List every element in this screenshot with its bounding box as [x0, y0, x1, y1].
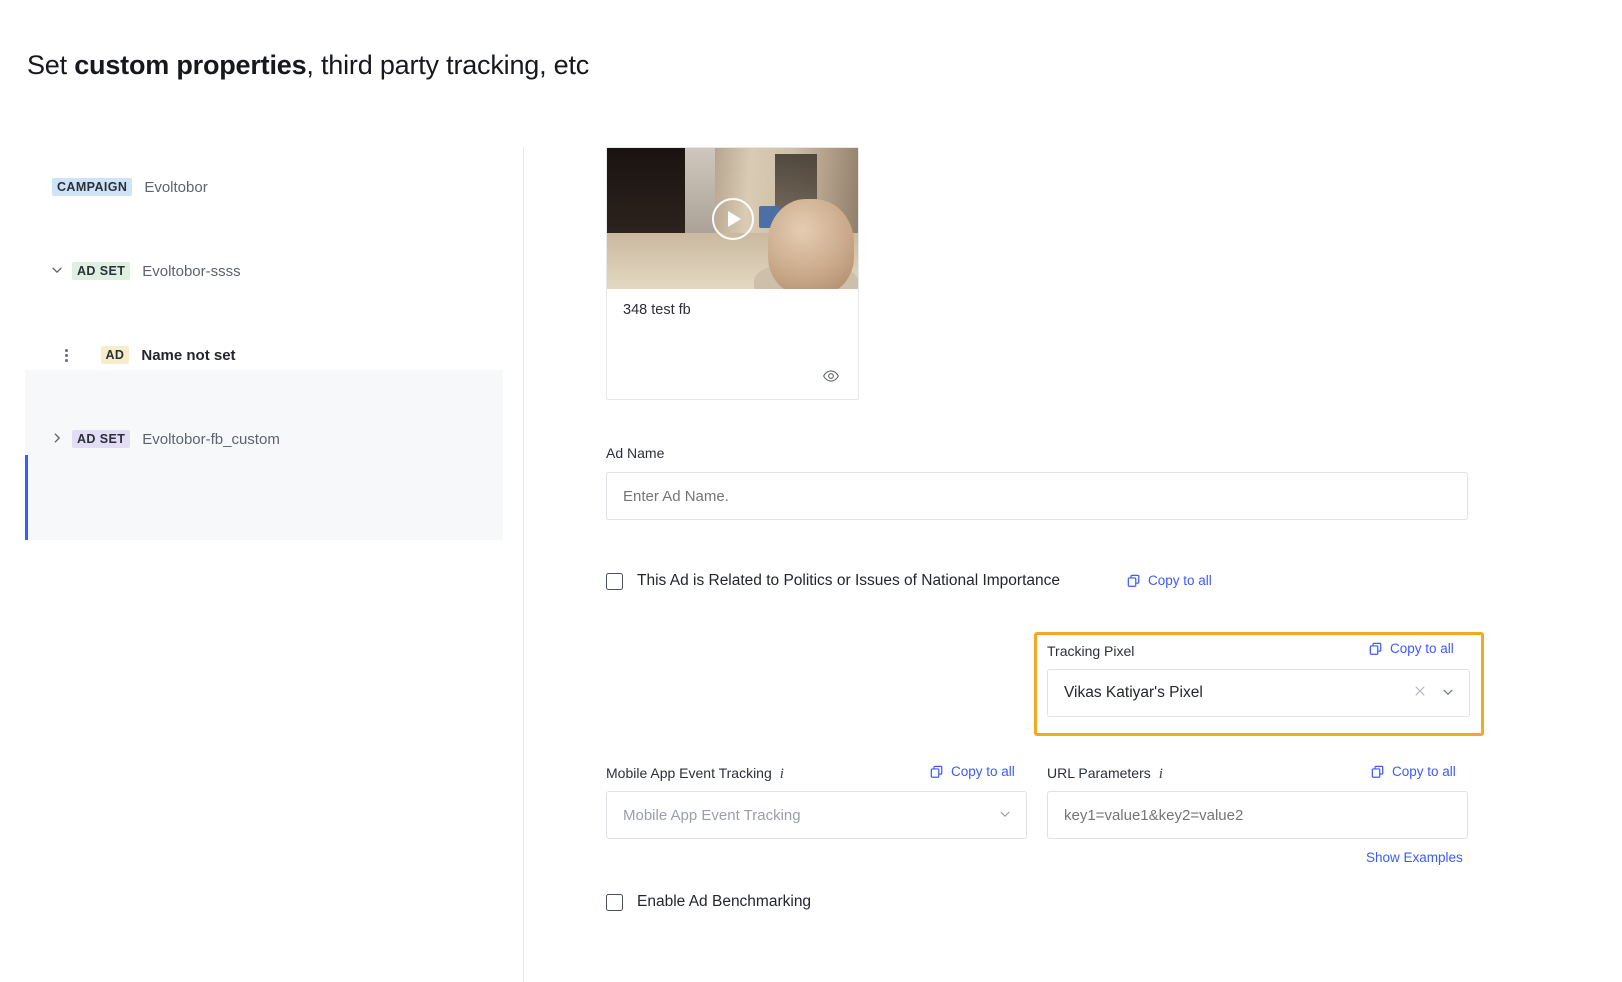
copy-to-all-politics-label: Copy to all	[1148, 573, 1212, 588]
mobile-app-event-tracking-label: Mobile App Event Tracking i	[606, 765, 784, 783]
thumbnail-art-subject	[768, 199, 854, 289]
campaign-badge: CAMPAIGN	[52, 178, 133, 196]
page-title-bold: custom properties	[74, 50, 307, 80]
url-parameters-label-text: URL Parameters	[1047, 765, 1151, 781]
thumbnail-art-door	[685, 148, 715, 244]
mobile-app-event-tracking-placeholder: Mobile App Event Tracking	[623, 806, 801, 824]
copy-icon	[1127, 574, 1141, 588]
tracking-pixel-label: Tracking Pixel	[1047, 643, 1135, 659]
adset-label-2: Evoltobor-fb_custom	[142, 430, 280, 448]
tree-item-adset-ssss[interactable]: AD SET Evoltobor-ssss	[50, 262, 241, 280]
benchmarking-checkbox[interactable]	[606, 893, 623, 911]
copy-to-all-pixel[interactable]: Copy to all	[1369, 641, 1454, 656]
eye-icon[interactable]	[822, 367, 840, 385]
kebab-menu-icon[interactable]	[62, 346, 71, 365]
creative-preview-card[interactable]: 348 test fb	[606, 147, 859, 400]
selected-group-background	[25, 370, 503, 540]
copy-to-all-url-label: Copy to all	[1392, 764, 1456, 779]
benchmarking-checkbox-row[interactable]: Enable Ad Benchmarking	[606, 893, 811, 911]
copy-to-all-url[interactable]: Copy to all	[1371, 764, 1456, 779]
tree-item-campaign[interactable]: CAMPAIGN Evoltobor	[52, 178, 208, 196]
tree-item-adset-fb-custom[interactable]: AD SET Evoltobor-fb_custom	[50, 430, 280, 448]
info-icon[interactable]: i	[1159, 766, 1163, 782]
benchmarking-label: Enable Ad Benchmarking	[637, 893, 812, 910]
chevron-down-icon[interactable]	[1441, 685, 1455, 702]
copy-icon	[1369, 642, 1383, 656]
show-examples-link[interactable]: Show Examples	[1366, 850, 1463, 865]
ad-name-input[interactable]	[606, 472, 1468, 520]
active-selection-bar	[25, 455, 28, 540]
politics-label: This Ad is Related to Politics or Issues…	[637, 572, 1061, 589]
play-icon[interactable]	[711, 197, 754, 240]
mobile-app-event-tracking-select[interactable]: Mobile App Event Tracking	[606, 791, 1027, 839]
ad-label: Name not set	[141, 346, 236, 364]
tracking-pixel-select[interactable]: Vikas Katiyar's Pixel	[1047, 669, 1470, 717]
mobile-app-event-tracking-label-text: Mobile App Event Tracking	[606, 765, 772, 781]
page-title-suffix: , third party tracking, etc	[306, 50, 590, 80]
chevron-down-icon[interactable]	[50, 263, 66, 279]
copy-to-all-politics[interactable]: Copy to all	[1127, 573, 1212, 588]
page-title-prefix: Set	[27, 50, 75, 80]
url-parameters-input[interactable]	[1047, 791, 1468, 839]
copy-icon	[930, 765, 944, 779]
politics-checkbox[interactable]	[606, 572, 623, 590]
adset-badge-2: AD SET	[72, 430, 131, 448]
adset-label: Evoltobor-ssss	[142, 262, 241, 280]
tracking-pixel-actions	[1413, 684, 1455, 702]
close-icon[interactable]	[1413, 684, 1427, 702]
campaign-label: Evoltobor	[144, 178, 208, 196]
panel-divider	[523, 147, 524, 982]
ad-name-label: Ad Name	[606, 445, 665, 461]
video-thumbnail[interactable]	[607, 148, 858, 289]
tracking-pixel-value: Vikas Katiyar's Pixel	[1064, 684, 1203, 701]
creative-title: 348 test fb	[623, 302, 691, 318]
copy-to-all-mobile-label: Copy to all	[951, 764, 1015, 779]
chevron-down-icon[interactable]	[998, 807, 1012, 824]
chevron-right-icon[interactable]	[50, 431, 66, 447]
page-root: Set custom properties, third party track…	[0, 0, 1622, 982]
copy-to-all-mobile[interactable]: Copy to all	[930, 764, 1015, 779]
page-title: Set custom properties, third party track…	[27, 50, 589, 81]
copy-to-all-pixel-label: Copy to all	[1390, 641, 1454, 656]
adset-badge: AD SET	[72, 262, 131, 280]
url-parameters-label: URL Parameters i	[1047, 765, 1163, 783]
info-icon[interactable]: i	[780, 766, 784, 782]
politics-checkbox-row[interactable]: This Ad is Related to Politics or Issues…	[606, 572, 1060, 590]
ad-badge: AD	[100, 346, 130, 365]
tree-item-ad[interactable]: AD Name not set	[62, 346, 236, 365]
copy-icon	[1371, 765, 1385, 779]
